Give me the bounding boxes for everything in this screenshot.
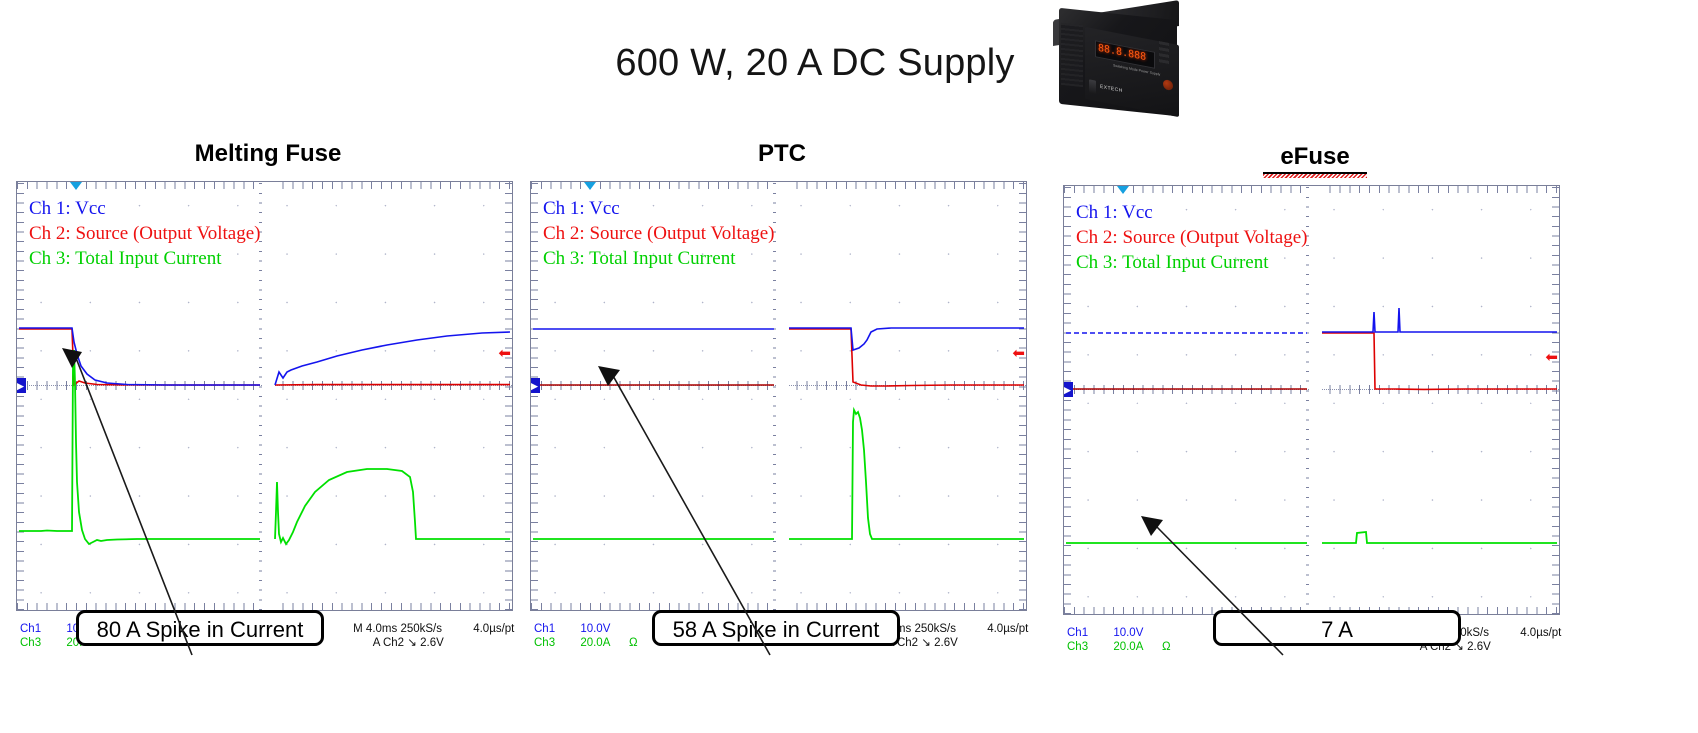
- status-ch1-value: 10.0V: [1113, 627, 1144, 639]
- legend-ch2: Ch 2: Source (Output Voltage): [543, 223, 775, 244]
- page-title: 600 W, 20 A DC Supply: [615, 42, 1015, 84]
- callout-box: 58 A Spike in Current: [652, 610, 900, 646]
- legend-ch1: Ch 1: Vcc: [29, 198, 106, 219]
- panel-title: PTC: [758, 140, 806, 167]
- trigger-position-icon: [1117, 186, 1129, 194]
- oscilloscope-screen: Ch 1: Vcc Ch 2: Source (Output Voltage) …: [16, 181, 513, 611]
- psu-power-switch[interactable]: [1089, 79, 1096, 94]
- power-supply-photo: 88.8.888 Switching Mode Power Supply EXT…: [1047, 0, 1192, 128]
- legend-ch3: Ch 3: Total Input Current: [29, 248, 222, 269]
- ch2-level-arrow: ⬅: [1012, 345, 1025, 362]
- status-ch3-value: 20.0A: [580, 637, 610, 649]
- legend-ch1: Ch 1: Vcc: [543, 198, 620, 219]
- right-edge-ticks: [1552, 186, 1559, 614]
- spellcheck-underline: [1263, 174, 1367, 178]
- legend-ch2: Ch 2: Source (Output Voltage): [1076, 227, 1308, 248]
- trigger-level-marker-ch1[interactable]: 1▶: [531, 378, 540, 393]
- oscilloscope-screen: Ch 1: Vcc Ch 2: Source (Output Voltage) …: [1063, 185, 1560, 615]
- oscilloscope-screen: Ch 1: Vcc Ch 2: Source (Output Voltage) …: [530, 181, 1027, 611]
- trigger-level-marker-ch1[interactable]: 1▶: [1064, 382, 1073, 397]
- left-edge-ticks: [17, 182, 24, 610]
- psu-vent-grille: [1061, 22, 1083, 88]
- panel-title: Melting Fuse: [194, 140, 342, 167]
- scope-panel-ptc: PTC Ch 1: Vcc Ch 2: Source (Output Volta…: [522, 140, 1042, 700]
- status-resolution: 4.0µs/pt: [987, 623, 1029, 635]
- timebase-break-band: [262, 182, 275, 610]
- timebase-break-band: [776, 182, 789, 610]
- status-timebase: M 4.0ms 250kS/s: [353, 623, 442, 635]
- scope-panel-efuse: eFuse Ch 1: Vcc Ch 2: Source (Output Vol…: [1055, 140, 1575, 700]
- trigger-position-icon: [70, 182, 82, 190]
- ch2-level-arrow: ⬅: [1545, 349, 1558, 366]
- legend-ch3: Ch 3: Total Input Current: [543, 248, 736, 269]
- status-resolution: 4.0µs/pt: [473, 623, 515, 635]
- ch2-level-arrow: ⬅: [498, 345, 511, 362]
- status-ch1-value: 10.0V: [580, 623, 611, 635]
- callout-box: 80 A Spike in Current: [76, 610, 324, 646]
- psu-button-column: [1159, 41, 1169, 65]
- timebase-break-band: [1309, 186, 1322, 614]
- status-trigger: A Ch2 ↘ 2.6V: [372, 637, 444, 649]
- left-edge-ticks: [531, 182, 538, 610]
- status-ch3-label: Ch3: [20, 637, 42, 649]
- right-edge-ticks: [505, 182, 512, 610]
- panel-title: eFuse: [1280, 143, 1350, 170]
- trigger-level-marker-ch1[interactable]: 1▶: [17, 378, 26, 393]
- status-ch3-coupling: Ω: [1161, 641, 1171, 653]
- scope-panel-melting-fuse: Melting Fuse Ch 1: Vcc Ch 2: Source (Out…: [8, 140, 528, 700]
- header: 600 W, 20 A DC Supply 88.8.888 Switching…: [0, 0, 1698, 140]
- status-ch1-label: Ch1: [20, 623, 42, 635]
- status-ch1-label: Ch1: [534, 623, 556, 635]
- status-ch3-coupling: Ω: [628, 637, 638, 649]
- right-edge-ticks: [1019, 182, 1026, 610]
- status-ch3-label: Ch3: [1067, 641, 1089, 653]
- status-ch1-label: Ch1: [1067, 627, 1089, 639]
- legend-ch1: Ch 1: Vcc: [1076, 202, 1153, 223]
- trigger-position-icon: [584, 182, 596, 190]
- status-resolution: 4.0µs/pt: [1520, 627, 1562, 639]
- status-ch3-value: 20.0A: [1113, 641, 1143, 653]
- left-edge-ticks: [1064, 186, 1071, 614]
- legend-ch3: Ch 3: Total Input Current: [1076, 252, 1269, 273]
- callout-box: 7 A: [1213, 610, 1461, 646]
- status-ch3-label: Ch3: [534, 637, 556, 649]
- legend-ch2: Ch 2: Source (Output Voltage): [29, 223, 261, 244]
